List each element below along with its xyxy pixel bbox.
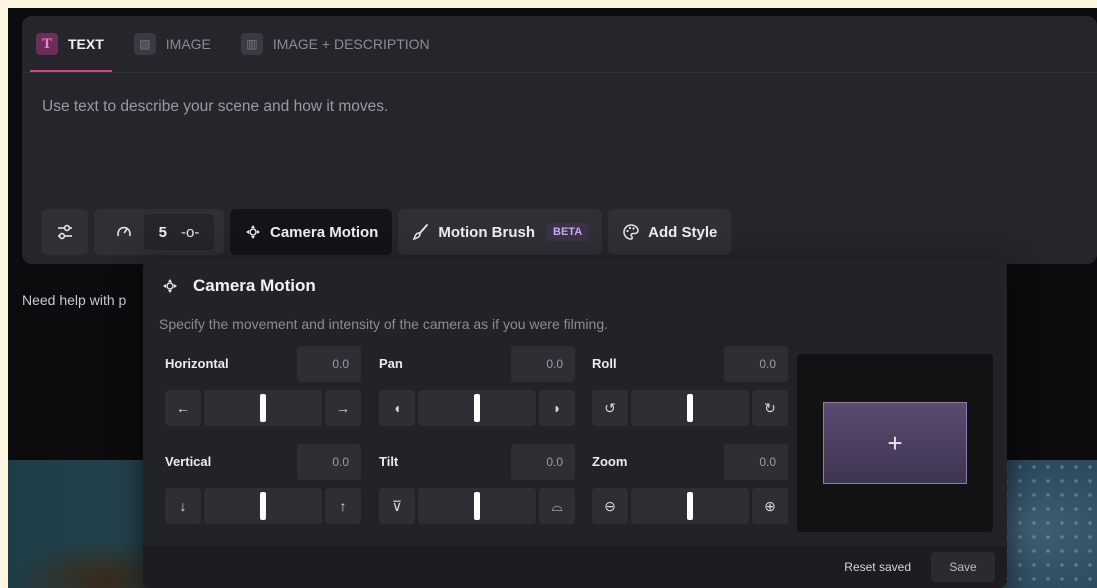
zoom-control: Zoom 0.0 ⊖ ⊕ (592, 444, 788, 524)
duration-control: 5 -o- (94, 209, 224, 255)
pan-slider-row: ◖ ◗ (379, 390, 575, 426)
image-description-icon: ▥ (240, 33, 263, 55)
roll-control: Roll 0.0 ↺ ↻ (592, 346, 788, 426)
arrow-down-icon[interactable]: ↓ (165, 488, 201, 524)
palette-icon (623, 224, 639, 240)
duration-value: 5 (158, 223, 167, 241)
vertical-control: Vertical 0.0 ↓ ↑ (165, 444, 361, 524)
beta-badge: BETA (547, 223, 589, 241)
horizontal-value-input[interactable]: 0.0 (297, 346, 361, 382)
popup-footer: Reset saved Save (143, 546, 1007, 588)
tab-image[interactable]: ▨ IMAGE (133, 30, 211, 58)
tilt-control: Tilt 0.0 ⊽ ⌓ (379, 444, 575, 524)
gauge-icon (117, 226, 131, 237)
pan-slider-thumb[interactable] (474, 394, 480, 422)
horizontal-slider-row: ← → (165, 390, 361, 426)
speed-button[interactable] (104, 209, 144, 255)
motion-preview: + (797, 354, 993, 532)
duration-slider-icon: -o- (181, 223, 200, 241)
arrow-right-icon[interactable]: → (325, 390, 361, 426)
zoom-label: Zoom (592, 454, 628, 469)
roll-slider-thumb[interactable] (687, 394, 693, 422)
tab-label: TEXT (68, 36, 104, 52)
sliders-icon (58, 224, 72, 240)
divider (22, 72, 1097, 73)
roll-slider[interactable] (631, 390, 749, 426)
popup-description: Specify the movement and intensity of th… (159, 316, 608, 332)
arrow-left-icon[interactable]: ← (165, 390, 201, 426)
pan-control: Pan 0.0 ◖ ◗ (379, 346, 575, 426)
horizontal-slider[interactable] (204, 390, 322, 426)
camera-motion-icon (163, 279, 177, 293)
text-icon: T (36, 33, 58, 55)
tilt-down-icon[interactable]: ⊽ (379, 488, 415, 524)
camera-motion-label: Camera Motion (270, 223, 379, 241)
image-icon: ▨ (133, 33, 156, 55)
prompt-input[interactable]: Use text to describe your scene and how … (42, 98, 388, 116)
roll-value-input[interactable]: 0.0 (724, 346, 788, 382)
roll-right-icon[interactable]: ↻ (752, 390, 788, 426)
tilt-slider-thumb[interactable] (474, 492, 480, 520)
horizontal-control: Horizontal 0.0 ← → (165, 346, 361, 426)
camera-motion-popup: Camera Motion Specify the movement and i… (143, 260, 1007, 588)
vertical-value-input[interactable]: 0.0 (297, 444, 361, 480)
reset-saved-button[interactable]: Reset saved (844, 560, 911, 574)
zoom-slider-row: ⊖ ⊕ (592, 488, 788, 524)
horizontal-slider-thumb[interactable] (260, 394, 266, 422)
motion-brush-label: Motion Brush (438, 223, 536, 241)
pan-left-icon[interactable]: ◖ (379, 390, 415, 426)
duration-stepper[interactable]: 5 -o- (144, 214, 214, 250)
camera-motion-icon (246, 225, 260, 239)
mode-tabs: T TEXT ▨ IMAGE ▥ IMAGE + DESCRIPTION (30, 30, 430, 72)
arrow-up-icon[interactable]: ↑ (325, 488, 361, 524)
tab-label: IMAGE + DESCRIPTION (272, 36, 430, 52)
save-button[interactable]: Save (931, 552, 995, 582)
camera-motion-button[interactable]: Camera Motion (230, 209, 393, 255)
tab-image-description[interactable]: ▥ IMAGE + DESCRIPTION (240, 30, 430, 58)
roll-slider-row: ↺ ↻ (592, 390, 788, 426)
zoom-value-input[interactable]: 0.0 (724, 444, 788, 480)
add-style-button[interactable]: Add Style (608, 209, 732, 255)
tilt-slider[interactable] (418, 488, 536, 524)
popup-title: Camera Motion (193, 276, 316, 295)
tilt-slider-row: ⊽ ⌓ (379, 488, 575, 524)
tab-text[interactable]: T TEXT (30, 30, 112, 72)
app-window: T TEXT ▨ IMAGE ▥ IMAGE + DESCRIPTION Use… (8, 8, 1097, 588)
tilt-value-input[interactable]: 0.0 (511, 444, 575, 480)
settings-button[interactable] (42, 209, 88, 255)
pan-label: Pan (379, 356, 403, 371)
pan-value-input[interactable]: 0.0 (511, 346, 575, 382)
zoom-slider[interactable] (631, 488, 749, 524)
tilt-label: Tilt (379, 454, 399, 469)
help-link[interactable]: Need help with p (22, 292, 126, 308)
prompt-panel: T TEXT ▨ IMAGE ▥ IMAGE + DESCRIPTION Use… (22, 16, 1097, 264)
brush-icon (413, 224, 429, 241)
popup-header: Camera Motion (161, 276, 316, 296)
vertical-slider-row: ↓ ↑ (165, 488, 361, 524)
zoom-out-icon[interactable]: ⊖ (592, 488, 628, 524)
roll-left-icon[interactable]: ↺ (592, 390, 628, 426)
roll-label: Roll (592, 356, 617, 371)
vertical-slider-thumb[interactable] (260, 492, 266, 520)
pan-right-icon[interactable]: ◗ (539, 390, 575, 426)
add-style-label: Add Style (648, 223, 718, 241)
horizontal-label: Horizontal (165, 356, 229, 371)
vertical-label: Vertical (165, 454, 212, 469)
generation-toolbar: 5 -o- Camera Motion Motion Brush BETA Ad… (42, 209, 732, 255)
vertical-slider[interactable] (204, 488, 322, 524)
zoom-in-icon[interactable]: ⊕ (752, 488, 788, 524)
tilt-up-icon[interactable]: ⌓ (539, 488, 575, 524)
motion-brush-button[interactable]: Motion Brush BETA (398, 209, 603, 255)
tab-label: IMAGE (165, 36, 211, 52)
zoom-slider-thumb[interactable] (687, 492, 693, 520)
add-preview-button[interactable]: + (823, 402, 967, 484)
pan-slider[interactable] (418, 390, 536, 426)
